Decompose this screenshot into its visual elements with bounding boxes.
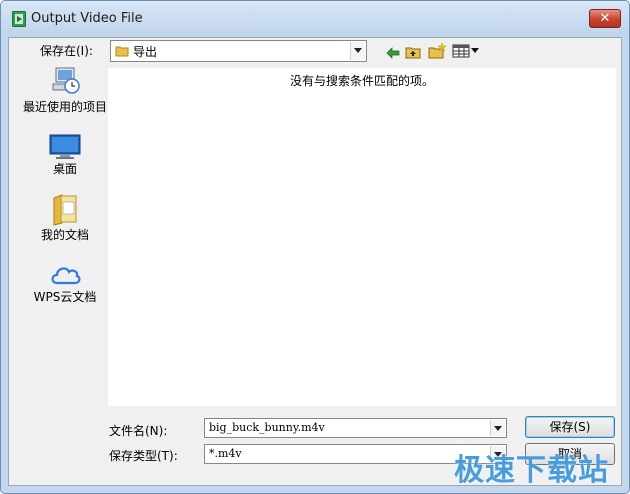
app-icon xyxy=(12,11,26,27)
new-folder-icon[interactable] xyxy=(428,43,446,59)
filename-label: 文件名(N): xyxy=(109,424,168,438)
documents-folder-icon xyxy=(53,194,77,226)
dialog-body: 保存在(I): 导出 最近使用的项目 桌面 我的文档 WPS云文档 没有与搜索条… xyxy=(8,37,622,486)
folder-icon xyxy=(115,46,129,57)
empty-message: 没有与搜索条件匹配的项。 xyxy=(289,74,434,88)
place-documents[interactable]: 我的文档 xyxy=(20,192,110,242)
place-desktop[interactable]: 桌面 xyxy=(20,134,110,176)
close-button[interactable]: ✕ xyxy=(589,9,621,28)
location-value: 导出 xyxy=(133,45,158,59)
cloud-icon xyxy=(51,267,81,285)
place-recent[interactable]: 最近使用的项目 xyxy=(20,66,110,114)
view-menu-icon[interactable] xyxy=(452,44,482,58)
chevron-down-icon[interactable] xyxy=(350,42,365,60)
back-arrow-icon[interactable] xyxy=(386,47,400,59)
save-in-label: 保存在(I): xyxy=(40,44,93,58)
save-dialog-window: Output Video File ✕ 保存在(I): 导出 最近使用的项目 桌… xyxy=(0,0,630,494)
close-icon: ✕ xyxy=(599,11,611,26)
watermark-logo: 极速下载站 xyxy=(454,453,609,488)
place-desktop-label: 桌面 xyxy=(52,162,77,176)
place-wps-cloud-label: WPS云文档 xyxy=(33,290,97,304)
place-documents-label: 我的文档 xyxy=(40,228,89,242)
location-combo[interactable]: 导出 xyxy=(110,40,367,62)
file-list[interactable]: 没有与搜索条件匹配的项。 xyxy=(108,68,616,406)
chevron-down-icon[interactable] xyxy=(490,420,505,436)
up-folder-icon[interactable] xyxy=(405,44,422,59)
filetype-value: *.m4v xyxy=(209,447,242,460)
window-title: Output Video File xyxy=(31,11,143,26)
filename-value: big_buck_bunny.m4v xyxy=(209,421,325,434)
filetype-label: 保存类型(T): xyxy=(109,449,178,463)
place-wps-cloud[interactable]: WPS云文档 xyxy=(20,260,110,304)
place-recent-label: 最近使用的项目 xyxy=(22,100,107,114)
places-bar: 最近使用的项目 桌面 我的文档 WPS云文档 xyxy=(20,66,110,446)
desktop-icon xyxy=(49,134,81,159)
title-bar[interactable]: Output Video File ✕ xyxy=(1,1,629,37)
save-button[interactable]: 保存(S) xyxy=(525,416,615,438)
recent-items-icon xyxy=(52,67,80,94)
filename-input[interactable]: big_buck_bunny.m4v xyxy=(204,418,507,438)
